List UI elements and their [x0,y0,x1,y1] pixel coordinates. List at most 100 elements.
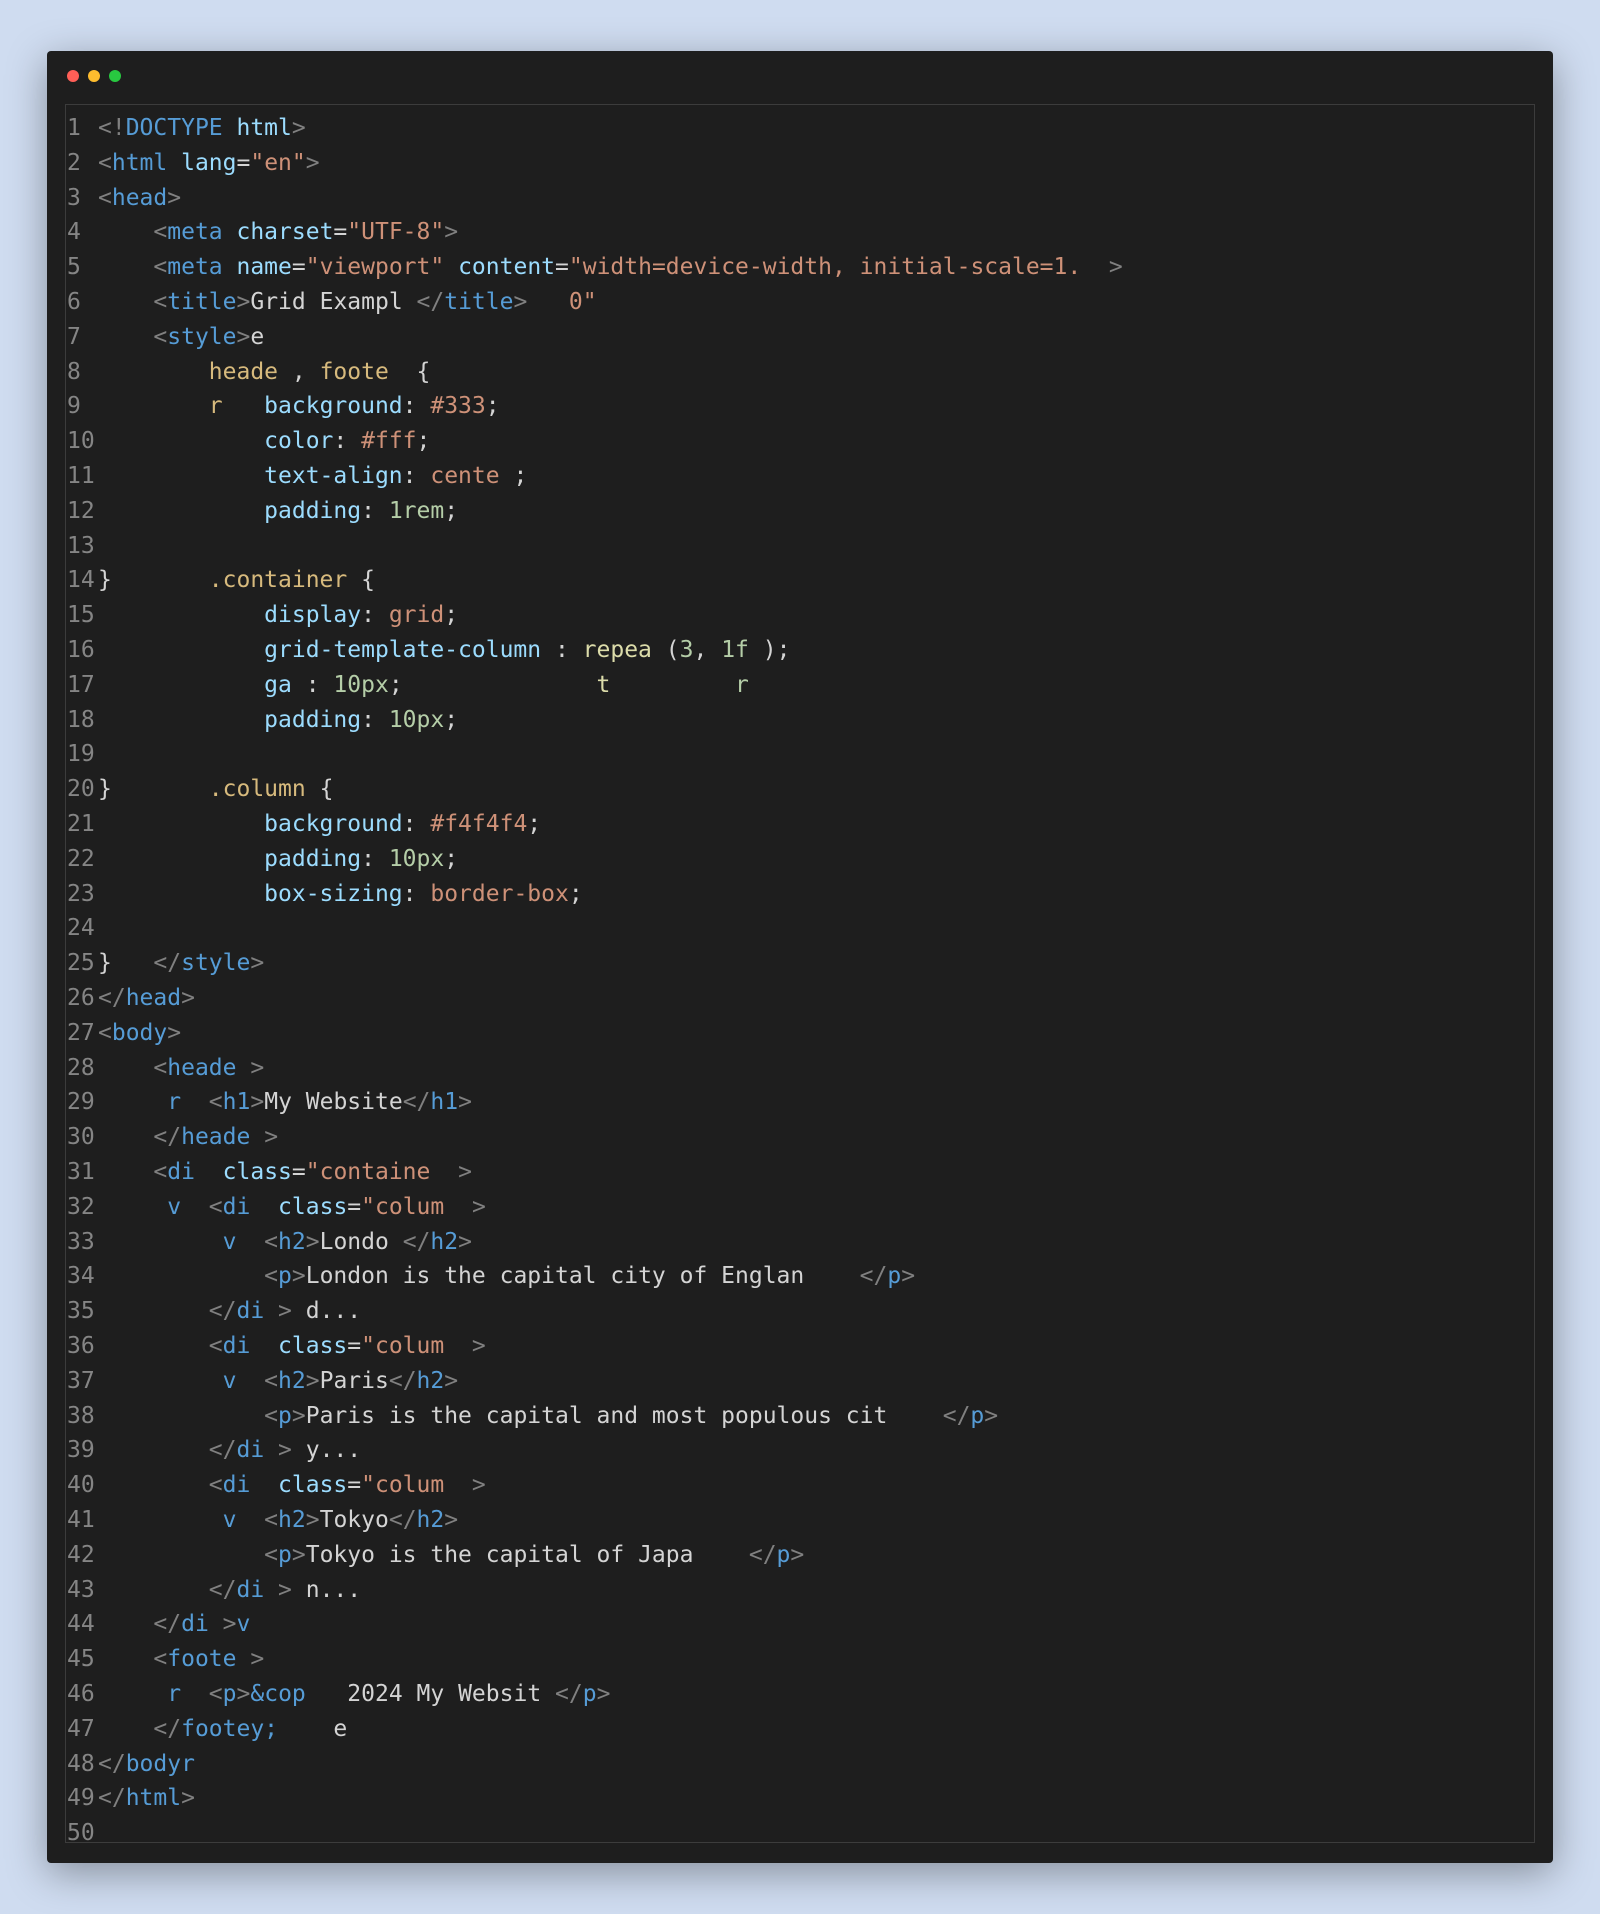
code-line: 38 <p>Paris is the capital and most popu… [66,1399,1534,1434]
line-number: 1 [67,115,81,141]
code-token: name [222,254,292,281]
code-token: lang [167,149,237,176]
close-button[interactable] [67,70,79,82]
code-token: 10px [388,845,445,872]
code-line: 30 </heade > [66,1120,1534,1155]
line-number: 26 [67,985,95,1011]
code-token: > [250,1124,279,1151]
code-token: </ [98,1576,237,1603]
code-token: p [278,1263,292,1290]
code-token: < [181,1681,223,1707]
code-token: di [167,1159,195,1185]
code-token: } [98,950,154,977]
code-line: 35 </di > d... [66,1294,1534,1329]
minimize-button[interactable] [88,70,100,82]
code-token: "containe [305,1159,431,1185]
code-token: meta [167,219,223,246]
code-text: </footey; e [98,1712,347,1747]
code-token: h2 [416,1367,445,1394]
code-token: v [222,1507,237,1533]
code-line: 28 <heade > [66,1051,1534,1086]
code-token: charset [222,219,334,246]
code-line: 6 <title>Grid Exampl </title> 0" [66,285,1534,320]
code-line: 3 <head> [66,181,1534,216]
code-token: h2 [278,1228,306,1255]
code-token: display [264,602,362,629]
code-token: 10px [388,706,445,733]
line-number: 31 [67,1159,95,1185]
code-text: <head> [98,181,181,216]
code-token: d... [291,1298,362,1325]
code-text: <style>e [98,320,264,355]
code-token: style [181,950,251,977]
code-token: .column [208,776,306,803]
code-token: ; [527,811,542,837]
code-token: > [458,1228,472,1255]
code-token: < [98,184,112,211]
code-editor[interactable]: 1 <!DOCTYPE html> 2 <html lang="en"> 3 <head>… [65,104,1535,1843]
code-line: 41 v <h2>Tokyo</h2> [66,1503,1534,1538]
code-text: <html lang="en"> [98,146,320,181]
code-text: ga : 10px; t r [98,668,749,703]
code-token: < [98,1054,168,1081]
code-line: 23 box-sizing: border-box; [66,877,1534,912]
code-token: p [278,1541,292,1568]
code-text: box-sizing: border-box; [98,877,583,912]
maximize-button[interactable] [109,70,121,82]
line-number: 43 [67,1576,95,1603]
code-line: 20} .column { [66,772,1534,807]
code-token: > [305,149,320,176]
code-token: > [181,985,195,1011]
code-token: title [167,289,237,315]
line-number: 28 [67,1054,95,1081]
code-token: </ [942,1402,971,1429]
code-line: 46 r <p>&cop 2024 My Websit </p> [66,1677,1534,1712]
code-text: v <h2>Londo </h2> [98,1225,472,1260]
code-text: v <h2>Paris</h2> [98,1364,458,1399]
code-line: 22 padding: 10px; [66,842,1534,877]
code-token: </ [402,1089,431,1116]
line-number: 47 [67,1715,95,1742]
code-token: < [98,1646,168,1673]
code-token: "UTF-8" [347,219,445,246]
line-number: 5 [67,254,81,281]
code-token: > [264,1437,292,1464]
code-token: > [167,184,182,211]
code-text: padding: 1rem; [98,494,458,529]
code-token: > [513,289,528,315]
code-token: </ [402,1228,431,1255]
code-token: < [98,1159,168,1185]
code-token: > [305,1228,320,1255]
line-number: 17 [67,671,95,698]
code-token: head [125,985,182,1011]
code-line: 7 <style>e [66,320,1534,355]
code-token: = [555,254,569,281]
line-number: 50 [67,1820,95,1843]
line-number: 10 [67,428,95,455]
code-token: content [444,254,556,281]
line-number: 18 [67,706,95,733]
code-token: > [444,1507,459,1533]
code-text: <body> [98,1016,181,1051]
code-token: &cop [250,1681,306,1707]
code-token: title [444,289,514,315]
code-token: ; [444,497,459,524]
code-token: > [181,1785,195,1812]
code-line: 10 color: #fff; [66,424,1534,459]
code-token: > [264,1576,292,1603]
code-line: 31 <di class="containe > [66,1155,1534,1190]
code-text: </html> [98,1781,195,1816]
code-token: di [236,1437,265,1464]
code-token: ; [444,602,459,629]
line-number: 33 [67,1228,95,1255]
code-token: > [1081,254,1123,281]
code-token: v [167,1193,182,1220]
code-token: ; [416,428,431,455]
code-token: di [222,1193,251,1220]
code-token: > [444,1193,486,1220]
